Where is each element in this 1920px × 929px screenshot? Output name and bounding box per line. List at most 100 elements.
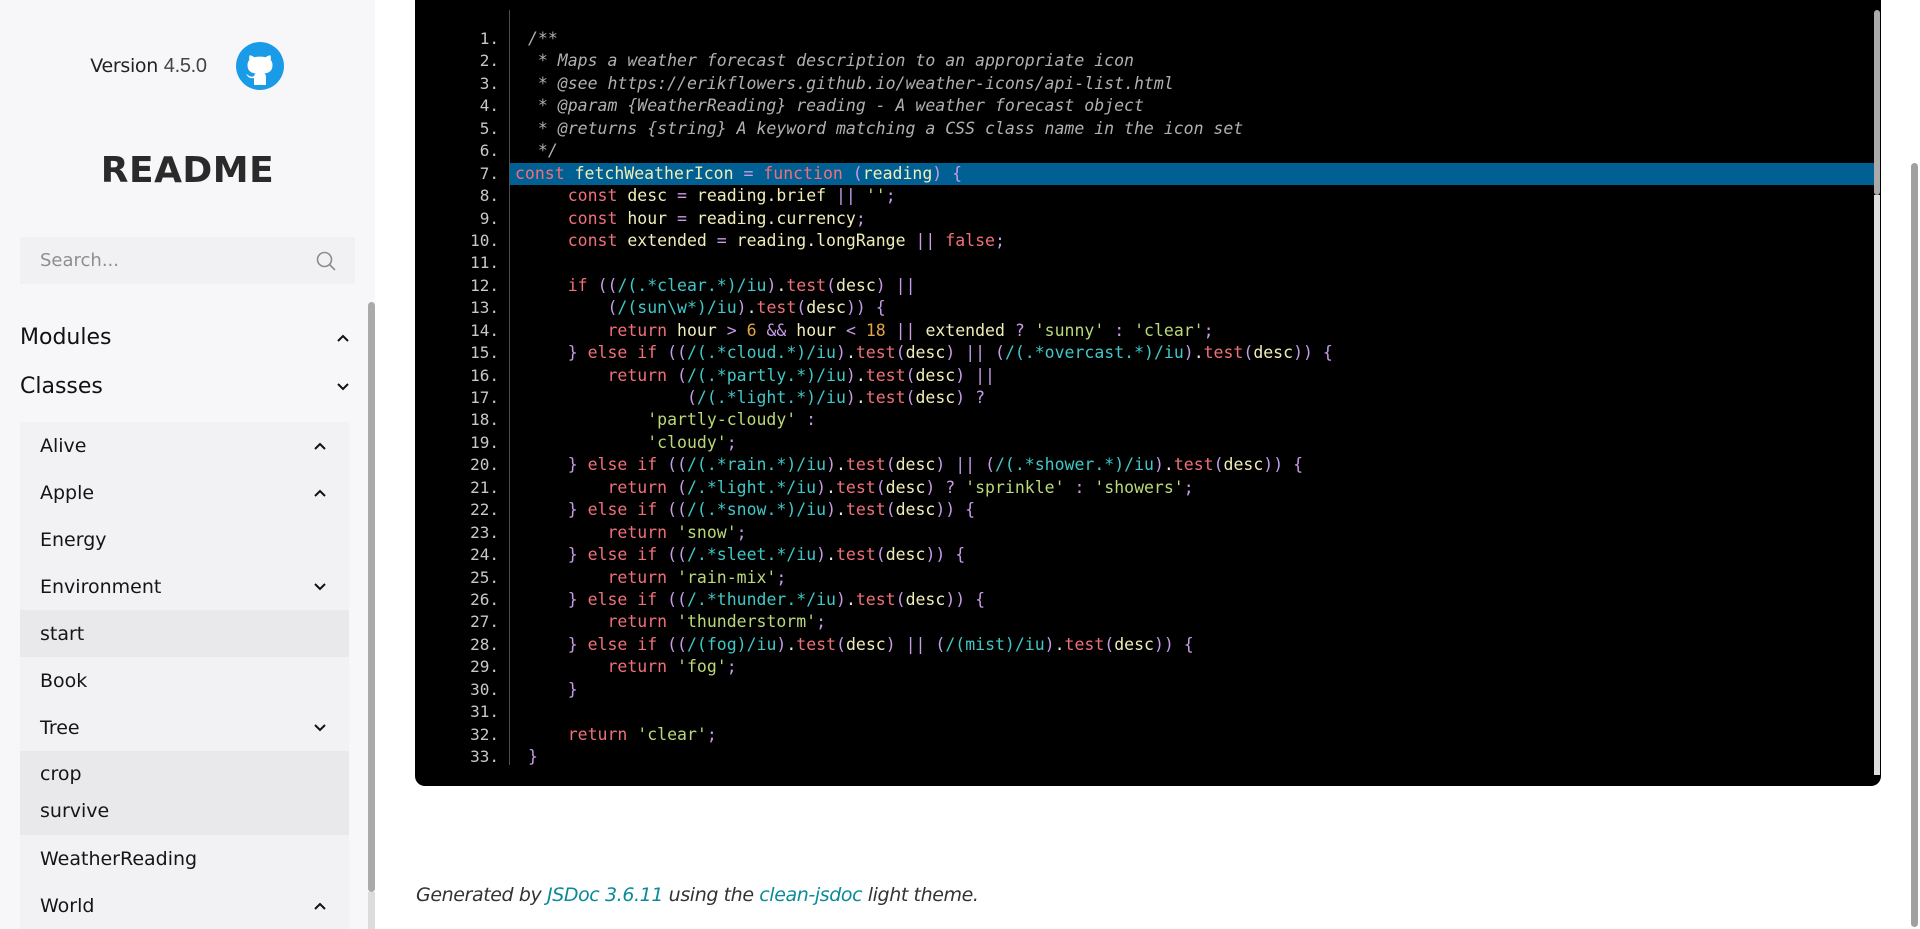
line-number: 15.: [470, 343, 499, 363]
code-scrollbar-thumb[interactable]: [1874, 10, 1880, 195]
code-token: (: [895, 343, 906, 363]
code-token: desc: [895, 455, 936, 475]
line-number: 18.: [470, 410, 499, 430]
member-item-crop[interactable]: crop: [20, 755, 349, 792]
search-input[interactable]: [40, 250, 315, 271]
section-classes[interactable]: Classes: [20, 374, 350, 399]
line-number: 11.: [470, 253, 499, 273]
code-scrollbar-track[interactable]: [1874, 195, 1880, 775]
code-token: reading: [862, 163, 933, 183]
class-item-tree[interactable]: Tree: [20, 704, 349, 751]
code-text: (/(.*light.*)/iu).test(desc) ?: [528, 387, 985, 409]
class-item-energy[interactable]: Energy: [20, 516, 349, 563]
code-line: 15. } else if ((/(.*cloud.*)/iu).test(de…: [415, 342, 1875, 364]
code-token: }: [567, 343, 588, 363]
line-number: 23.: [470, 522, 499, 542]
code-token: 'sprinkle': [965, 477, 1075, 497]
code-token: )) {: [845, 298, 886, 318]
code-token: reading: [736, 230, 807, 250]
code-token: desc: [1114, 634, 1154, 654]
code-token: ?: [975, 388, 986, 407]
footer: Generated by JSDoc 3.6.11 using the clea…: [416, 884, 979, 906]
page-scrollbar-thumb[interactable]: [1911, 163, 1918, 927]
code-token: else if: [587, 634, 668, 654]
code-token: /(.*clear.*)/iu: [617, 275, 767, 295]
code-token: * @returns {string} A keyword matching a…: [528, 118, 1244, 138]
code-token: ): [836, 589, 846, 609]
code-token: ;: [855, 208, 866, 228]
class-item-label: World: [40, 894, 95, 917]
code-token: .: [836, 455, 846, 475]
code-token: ): [885, 634, 906, 654]
code-token: * Maps a weather forecast description to…: [528, 51, 1134, 71]
member-item-survive[interactable]: survive: [20, 792, 349, 829]
code-token: ||: [905, 634, 936, 654]
code-token: (: [836, 634, 846, 654]
code-token: (: [686, 388, 697, 407]
sidebar-scrollbar-thumb[interactable]: [368, 302, 375, 892]
code-token: )) {: [1263, 455, 1304, 475]
code-token: 'sunny': [1034, 320, 1115, 340]
line-number: 16.: [470, 365, 499, 385]
code-token: ;: [1203, 320, 1214, 340]
code-line: 16. return (/(.*partly.*)/iu).test(desc)…: [415, 365, 1875, 387]
code-text: } else if ((/(fog)/iu).test(desc) || (/(…: [528, 634, 1194, 656]
code-token: .: [766, 186, 777, 206]
class-item-apple[interactable]: Apple: [20, 469, 349, 516]
class-item-label: Book: [40, 669, 88, 692]
code-text: } else if ((/(.*snow.*)/iu).test(desc)) …: [528, 499, 975, 521]
class-item-alive[interactable]: Alive: [20, 422, 349, 469]
code-text: }: [528, 679, 578, 701]
code-line: 18. 'partly-cloudy' :: [415, 409, 1875, 431]
code-token: test: [865, 365, 906, 385]
code-token: 'thunderstorm': [677, 612, 817, 632]
github-link[interactable]: [235, 41, 285, 91]
code-token: function: [763, 163, 853, 183]
code-token: }: [567, 589, 588, 609]
class-item-environment[interactable]: Environment: [20, 563, 349, 610]
code-token: return: [607, 657, 678, 677]
code-token: .: [806, 230, 817, 250]
jsdoc-link[interactable]: JSDoc 3.6.11: [547, 884, 663, 906]
code-token: hour: [677, 320, 727, 340]
code-text: * @returns {string} A keyword matching a…: [528, 118, 1243, 140]
code-line: 24. } else if ((/.*sleet.*/iu).test(desc…: [415, 544, 1875, 566]
section-modules[interactable]: Modules: [20, 325, 350, 350]
version-label-text: Version: [90, 54, 159, 77]
code-token: .: [845, 589, 856, 609]
code-token: fetchWeatherIcon: [574, 163, 744, 183]
app-root: Version 4.5.0 README Modules Classes: [0, 0, 1920, 929]
sidebar-scrollbar-track[interactable]: [368, 892, 375, 929]
code-token: 6: [746, 320, 767, 340]
class-item-book[interactable]: Book: [20, 657, 349, 704]
member-item-start[interactable]: start: [20, 610, 349, 657]
clean-jsdoc-link[interactable]: clean-jsdoc: [759, 884, 862, 906]
line-number: 20.: [470, 455, 499, 475]
code-text: } else if ((/(.*cloud.*)/iu).test(desc) …: [528, 342, 1333, 364]
code-token: .: [826, 545, 836, 565]
tree-members: crop survive: [20, 751, 349, 835]
code-token: ||: [955, 455, 986, 475]
line-number: 24.: [470, 545, 499, 565]
code-token: ): [826, 500, 836, 520]
readme-title[interactable]: README: [0, 150, 375, 191]
code-token: /(.*light.*)/iu: [696, 388, 846, 407]
code-text: } else if ((/.*sleet.*/iu).test(desc)) {: [528, 544, 965, 566]
search-box: [20, 237, 355, 284]
code-token: )) {: [925, 545, 966, 565]
code-token: .: [836, 500, 846, 520]
class-item-weatherreading[interactable]: WeatherReading: [20, 835, 349, 882]
code-token: test: [855, 589, 896, 609]
code-text: (/(sun\w*)/iu).test(desc)) {: [528, 297, 886, 319]
code-token: */: [528, 141, 558, 161]
code-token: )) {: [945, 589, 986, 609]
code-token: longRange: [816, 230, 916, 250]
code-token: desc: [885, 545, 926, 565]
search-icon[interactable]: [315, 250, 337, 272]
class-item-world[interactable]: World: [20, 882, 349, 929]
code-token: ): [1044, 634, 1055, 654]
code-line: 14. return hour > 6 && hour < 18 || exte…: [415, 320, 1875, 342]
